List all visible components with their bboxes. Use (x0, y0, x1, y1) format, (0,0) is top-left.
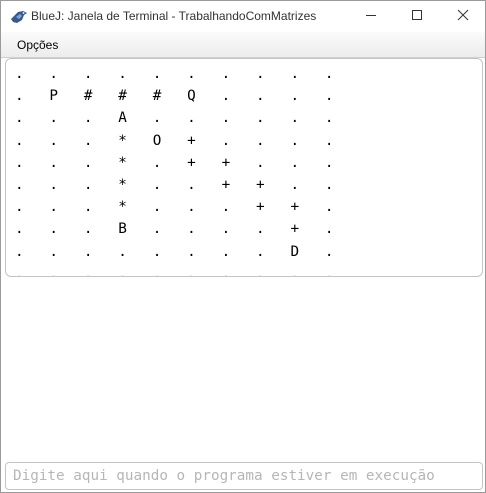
title-bar[interactable]: BlueJ: Janela de Terminal - TrabalhandoC… (1, 1, 485, 32)
menu-bar: Opções (1, 32, 485, 58)
terminal-input[interactable] (6, 463, 482, 489)
terminal-output: . . . . . . . . . . . P # # # Q . . . . … (15, 66, 334, 277)
terminal-input-box[interactable] (5, 462, 483, 490)
close-button[interactable] (440, 1, 486, 32)
terminal-output-panel[interactable]: . . . . . . . . . . . P # # # Q . . . . … (5, 58, 483, 277)
terminal-window: BlueJ: Janela de Terminal - TrabalhandoC… (0, 0, 486, 493)
menu-options[interactable]: Opções (17, 38, 58, 52)
minimize-button[interactable] (348, 1, 394, 32)
maximize-button[interactable] (394, 1, 440, 32)
maximize-icon (411, 8, 423, 26)
minimize-icon (365, 8, 377, 26)
bluej-bird-icon (10, 9, 28, 25)
close-icon (457, 8, 469, 26)
window-title: BlueJ: Janela de Terminal - TrabalhandoC… (31, 9, 317, 23)
